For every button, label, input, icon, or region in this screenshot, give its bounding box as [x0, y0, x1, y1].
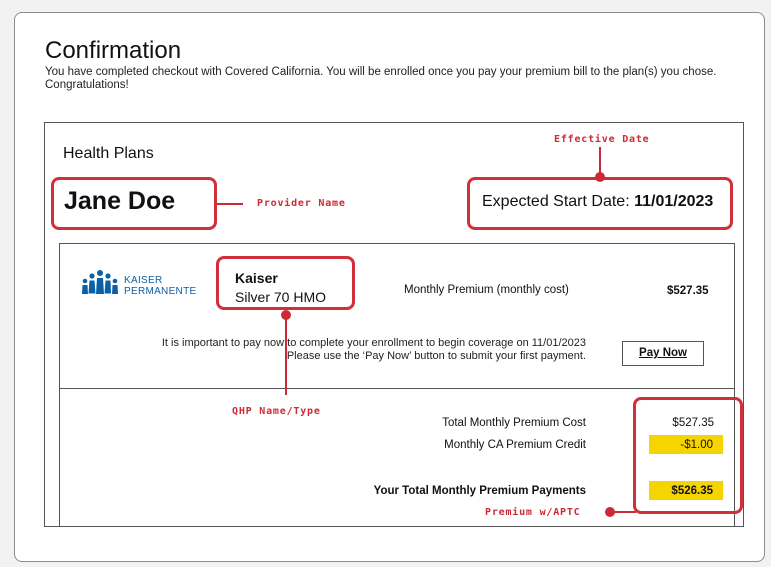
total-payment-label: Your Total Monthly Premium Payments [373, 485, 586, 497]
monthly-premium-label: Monthly Premium (monthly cost) [404, 284, 569, 296]
premium-amounts-callout [633, 397, 743, 514]
pay-now-button[interactable]: Pay Now [622, 341, 704, 366]
payment-message-line1: It is important to pay now to complete y… [161, 337, 586, 349]
plan-detail-panel [59, 243, 735, 389]
annotation-line [217, 203, 243, 205]
total-cost-label: Total Monthly Premium Cost [442, 417, 586, 429]
start-date-value: 11/01/2023 [634, 193, 714, 210]
annotation-provider-name: Provider Name [257, 198, 346, 209]
payment-message-line2: Please use the ‘Pay Now’ button to submi… [286, 350, 586, 362]
start-date: Expected Start Date: 11/01/2023 [482, 193, 713, 211]
enrollee-name: Jane Doe [64, 187, 176, 215]
plan-carrier: Kaiser [235, 270, 278, 286]
credit-label: Monthly CA Premium Credit [444, 439, 586, 451]
page-title: Confirmation [45, 37, 182, 64]
logo-line2: PERMANENTE [124, 286, 197, 297]
logo-line1: KAISER [124, 275, 163, 286]
annotation-qhp-name-type: QHP Name/Type [232, 406, 321, 417]
kaiser-logo-text: KAISER PERMANENTE [124, 275, 196, 297]
annotation-effective-date: Effective Date [554, 134, 650, 145]
monthly-premium-value: $527.35 [667, 285, 709, 297]
annotation-line [614, 511, 636, 513]
annotation-premium-aptc: Premium w/APTC [485, 507, 581, 518]
start-date-label: Expected Start Date: [482, 193, 630, 210]
annotation-dot [595, 172, 605, 182]
kaiser-logo-icon [82, 270, 118, 294]
section-heading: Health Plans [63, 145, 154, 162]
plan-type: Silver 70 HMO [235, 289, 327, 305]
annotation-dot [605, 507, 615, 517]
payment-message: It is important to pay now to complete y… [60, 337, 586, 363]
page-subtitle: You have completed checkout with Covered… [45, 66, 717, 91]
